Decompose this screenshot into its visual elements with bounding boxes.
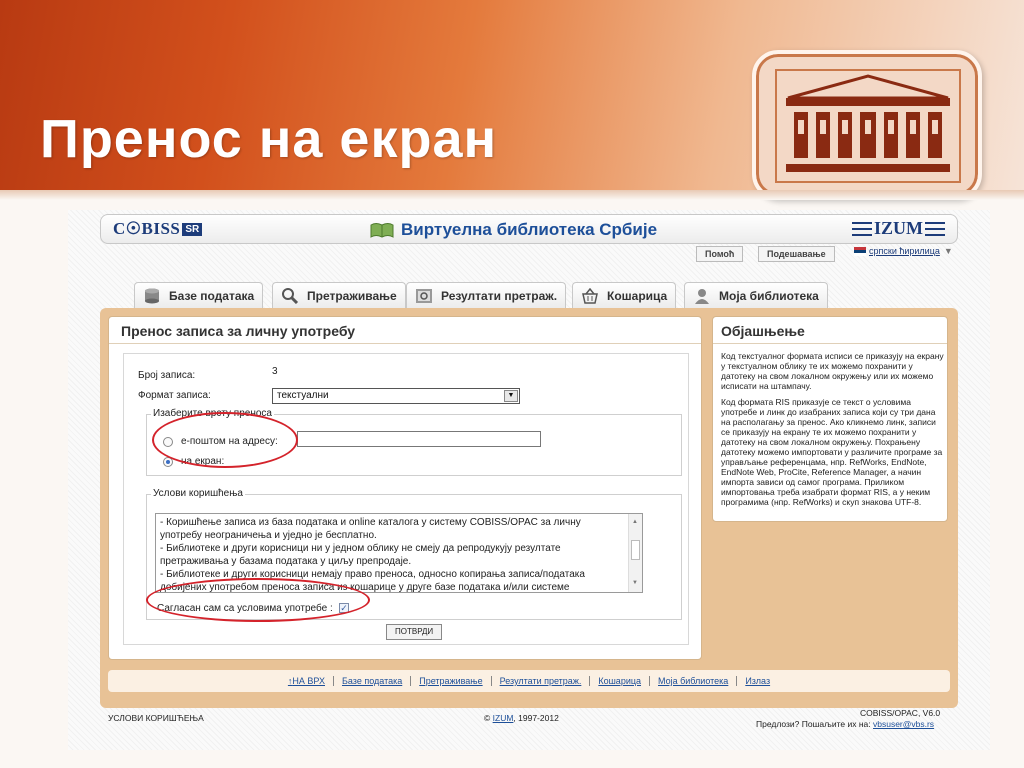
tab-search[interactable]: Претраживање [272, 282, 406, 308]
footer-link-my-library[interactable]: Моја библиотека [650, 676, 738, 686]
footer-link-search[interactable]: Претраживање [411, 676, 492, 686]
explanation-heading: Објашњење [721, 323, 805, 339]
scroll-up-icon[interactable]: ▲ [632, 516, 638, 529]
version-text: COBISS/OPAC, V6.0 [860, 708, 941, 718]
chevron-down-icon: ▼ [504, 390, 518, 402]
settings-button[interactable]: Подешавање [758, 246, 835, 262]
izum-link[interactable]: IZUM [493, 713, 514, 723]
tab-results[interactable]: Резултати претраж. [406, 282, 567, 308]
help-button[interactable]: Помоћ [696, 246, 744, 262]
footer-nav: ↑НА ВРХ Базе података Претраживање Резул… [108, 670, 950, 692]
confirm-button[interactable]: ПОТВРДИ [386, 624, 443, 640]
slide-title: Пренос на екран [40, 109, 498, 169]
footer-link-top[interactable]: ↑НА ВРХ [280, 676, 334, 686]
terms-line: претраживања у базама података у циљу пр… [160, 556, 412, 567]
footer-link-databases[interactable]: Базе података [334, 676, 412, 686]
footer-link-basket[interactable]: Кошарица [590, 676, 651, 686]
opac-page: C☉BISS SR Виртуелна библиотека Србије IZ… [68, 210, 990, 750]
email-input[interactable] [297, 431, 541, 447]
open-book-icon [370, 223, 394, 238]
explanation-panel: Објашњење Код текстуалног формата исписи… [712, 316, 948, 522]
format-select[interactable]: текстуални ▼ [272, 388, 520, 404]
suggestions: Предлози? Пошаљите их на: vbsuser@vbs.rs [756, 719, 935, 729]
highlight-ellipse-transfer-method [152, 412, 298, 468]
explanation-paragraph-1: Код текстуалног формата исписи се приказ… [721, 351, 944, 391]
terms-scrollbar[interactable]: ▲ ▼ [628, 514, 642, 592]
format-label: Формат записа: [138, 390, 211, 401]
serbian-flag-icon [854, 246, 866, 256]
terms-of-use-link[interactable]: УСЛОВИ КОРИШЋЕЊА [108, 713, 204, 723]
terms-line: - Библиотеке и други корисници ни у једн… [160, 543, 561, 554]
library-logo [752, 50, 982, 200]
copyright: © IZUM, 1997-2012 [484, 713, 559, 723]
cobiss-logo[interactable]: C☉BISS SR [113, 219, 203, 239]
basket-icon [582, 287, 598, 304]
tab-basket[interactable]: Кошарица [572, 282, 677, 308]
search-icon [282, 287, 299, 304]
tab-my-library[interactable]: Моја библиотека [684, 282, 828, 308]
scroll-thumb[interactable] [631, 540, 640, 560]
slide-header: Пренос на екран [0, 0, 1024, 200]
site-header: C☉BISS SR Виртуелна библиотека Србије IZ… [100, 214, 958, 244]
chevron-down-icon: ▼ [943, 246, 953, 256]
results-icon [416, 288, 432, 303]
explanation-paragraph-2: Код формата RIS приказује се текст о усл… [721, 397, 943, 507]
footer-link-results[interactable]: Резултати претраж. [492, 676, 591, 686]
suggestions-email-link[interactable]: vbsuser@vbs.rs [873, 719, 934, 729]
tab-databases[interactable]: Базе података [134, 282, 264, 308]
terms-line: употребу неограничења и уједно је беспла… [160, 530, 377, 541]
record-count-label: Број записа: [138, 370, 196, 381]
user-icon [695, 288, 709, 304]
terms-line: - Коришћење записа из база података и on… [160, 517, 581, 528]
library-building-icon [768, 68, 968, 184]
highlight-ellipse-agree [146, 578, 370, 622]
database-icon [145, 288, 159, 303]
terms-legend: Услови коришћења [151, 488, 245, 499]
izum-logo[interactable]: IZUM [852, 218, 945, 239]
record-count-value: 3 [272, 366, 278, 377]
language-select[interactable]: српски ћирилица ▼ [854, 246, 953, 256]
scroll-down-icon[interactable]: ▼ [632, 577, 638, 590]
transfer-heading: Пренос записа за личну употребу [121, 323, 356, 339]
footer-link-exit[interactable]: Излаз [737, 676, 778, 686]
site-title[interactable]: Виртуелна библиотека Србије [369, 220, 657, 240]
